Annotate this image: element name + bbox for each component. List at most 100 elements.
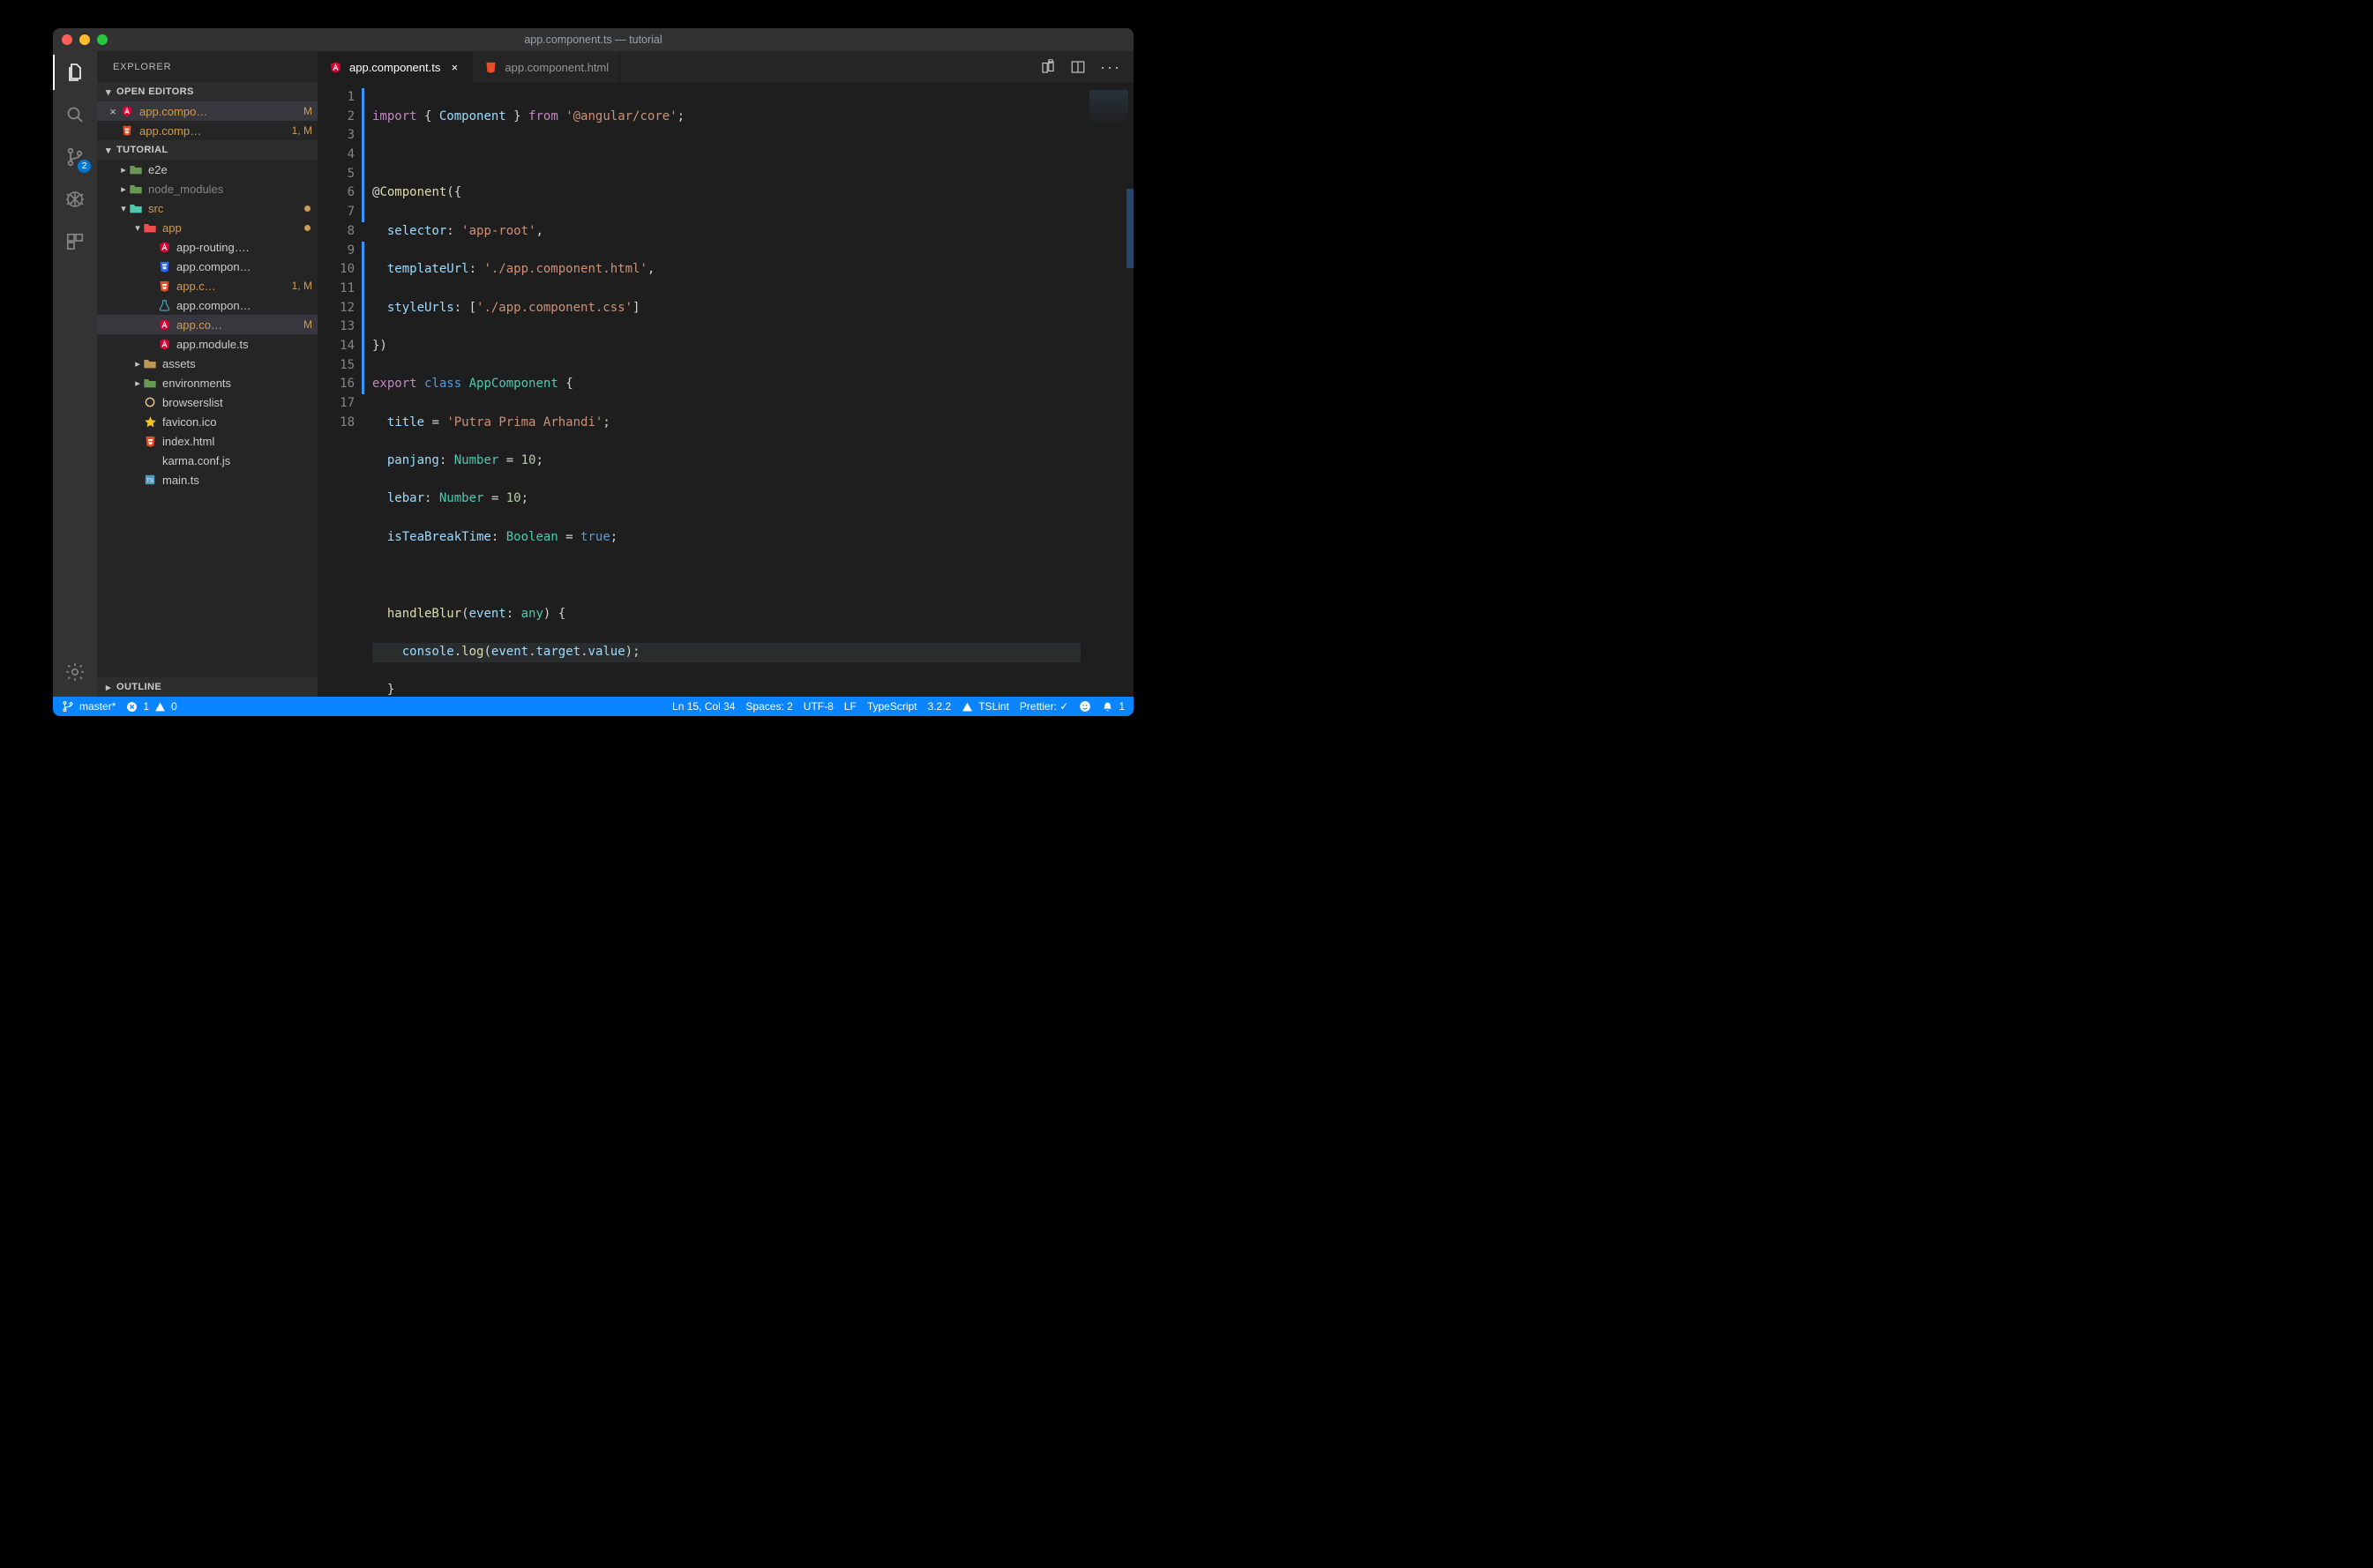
- open-editor-item[interactable]: app.comp… 1, M: [97, 121, 318, 140]
- close-window-button[interactable]: [62, 34, 72, 45]
- line-number: 12: [318, 299, 355, 318]
- status-problems[interactable]: 1 0: [126, 700, 176, 713]
- tab-label: app.component.html: [505, 61, 609, 74]
- git-status-badge: 1, M: [292, 280, 312, 292]
- tree-item-label: assets: [162, 357, 312, 370]
- tree-folder[interactable]: ▸e2e: [97, 160, 318, 179]
- tree-folder[interactable]: ▾app: [97, 218, 318, 237]
- workbench-body: 2 EXPLORER ▾ OPEN EDITORS ×: [53, 51, 1134, 697]
- branch-icon: [62, 700, 74, 713]
- tree-item-label: app.compon…: [176, 260, 312, 273]
- html-icon: [483, 60, 498, 74]
- outline-label: OUTLINE: [116, 682, 161, 692]
- scm-badge: 2: [78, 160, 91, 173]
- open-editor-label: app.comp…: [139, 124, 287, 138]
- tree-file[interactable]: favicon.ico: [97, 412, 318, 431]
- folder-green-icon: [143, 376, 157, 390]
- activity-settings[interactable]: [63, 660, 87, 684]
- gear-icon: [64, 661, 86, 683]
- open-editor-item[interactable]: × app.compo… M: [97, 101, 318, 121]
- tree-folder[interactable]: ▾src: [97, 198, 318, 218]
- close-icon[interactable]: ×: [106, 105, 120, 118]
- tree-item-label: app.c…: [176, 280, 287, 293]
- tree-item-label: node_modules: [148, 183, 312, 196]
- line-number: 11: [318, 280, 355, 299]
- tree-file[interactable]: app.compon…: [97, 257, 318, 276]
- maximize-window-button[interactable]: [97, 34, 108, 45]
- status-feedback[interactable]: [1079, 700, 1091, 713]
- css-icon: [157, 259, 171, 273]
- tree-file[interactable]: karma.conf.js: [97, 451, 318, 470]
- activity-search[interactable]: [63, 102, 87, 127]
- compare-changes-button[interactable]: [1040, 59, 1056, 75]
- file-tree[interactable]: ▸e2e▸node_modules▾src▾appapp-routing….ap…: [97, 160, 318, 489]
- tree-item-label: app-routing….: [176, 241, 312, 254]
- open-editor-label: app.compo…: [139, 105, 298, 118]
- code-content[interactable]: import { Component } from '@angular/core…: [362, 83, 1081, 697]
- activity-explorer[interactable]: [63, 60, 87, 85]
- notification-count: 1: [1119, 700, 1125, 713]
- tree-item-label: app.compon…: [176, 299, 312, 312]
- search-icon: [64, 104, 86, 125]
- status-branch[interactable]: master*: [62, 700, 116, 713]
- change-indicator: [362, 242, 364, 395]
- line-number: 6: [318, 183, 355, 203]
- tree-folder[interactable]: ▸environments: [97, 373, 318, 392]
- tree-file[interactable]: app.co…M: [97, 315, 318, 334]
- line-number: 1: [318, 88, 355, 108]
- more-actions-button[interactable]: ···: [1100, 58, 1121, 77]
- line-number: 18: [318, 414, 355, 433]
- tree-file[interactable]: TSmain.ts: [97, 470, 318, 489]
- tab-app-component-ts[interactable]: app.component.ts ×: [318, 51, 473, 83]
- minimap[interactable]: [1081, 83, 1134, 697]
- open-editors-list: × app.compo… M app.comp… 1, M: [97, 101, 318, 140]
- bell-icon: [1102, 701, 1113, 713]
- project-header-label: TUTORIAL: [116, 145, 168, 155]
- outline-header[interactable]: ▸ OUTLINE: [97, 677, 318, 697]
- folder-src-icon: [129, 201, 143, 215]
- scrollbar-thumb[interactable]: [1127, 189, 1134, 268]
- ts-icon: TS: [143, 473, 157, 487]
- warning-count: 0: [171, 700, 177, 713]
- split-editor-button[interactable]: [1070, 59, 1086, 75]
- activity-extensions[interactable]: [63, 229, 87, 254]
- sidebar: EXPLORER ▾ OPEN EDITORS × app.compo… M: [97, 51, 318, 697]
- diff-icon: [1040, 59, 1056, 75]
- warning-icon: [154, 701, 166, 713]
- tab-app-component-html[interactable]: app.component.html: [473, 51, 620, 83]
- open-editor-badge: 1, M: [292, 124, 312, 137]
- tree-file[interactable]: app.c… 1, M: [97, 276, 318, 295]
- tree-file[interactable]: index.html: [97, 431, 318, 451]
- tree-item-label: src: [148, 202, 312, 215]
- html-icon: [157, 279, 171, 293]
- code-editor[interactable]: 123456789101112131415161718 import { Com…: [318, 83, 1134, 697]
- error-icon: [126, 701, 138, 713]
- tree-file[interactable]: app.compon…: [97, 295, 318, 315]
- tree-folder[interactable]: ▸node_modules: [97, 179, 318, 198]
- tree-file[interactable]: browserslist: [97, 392, 318, 412]
- html-icon: [143, 434, 157, 448]
- activity-debug[interactable]: [63, 187, 87, 212]
- angular-icon: [157, 317, 171, 332]
- status-notifications[interactable]: 1: [1102, 700, 1125, 713]
- chevron-right-icon: ▸: [118, 164, 129, 175]
- minimize-window-button[interactable]: [79, 34, 90, 45]
- traffic-lights: [62, 34, 108, 45]
- project-header[interactable]: ▾ TUTORIAL: [97, 140, 318, 160]
- activity-source-control[interactable]: 2: [63, 145, 87, 169]
- close-tab-button[interactable]: ×: [447, 61, 461, 74]
- chevron-right-icon: ▸: [102, 682, 115, 693]
- open-editors-header[interactable]: ▾ OPEN EDITORS: [97, 82, 318, 101]
- angular-icon: [157, 337, 171, 351]
- tree-file[interactable]: app-routing….: [97, 237, 318, 257]
- tree-folder[interactable]: ▸assets: [97, 354, 318, 373]
- chevron-down-icon: ▾: [132, 222, 143, 234]
- line-number: 5: [318, 165, 355, 184]
- line-number: 17: [318, 394, 355, 414]
- line-number: 9: [318, 242, 355, 261]
- chevron-down-icon: ▾: [102, 145, 115, 156]
- tab-actions: ···: [1028, 51, 1134, 83]
- line-number: 16: [318, 375, 355, 394]
- tree-file[interactable]: app.module.ts: [97, 334, 318, 354]
- test-icon: [157, 298, 171, 312]
